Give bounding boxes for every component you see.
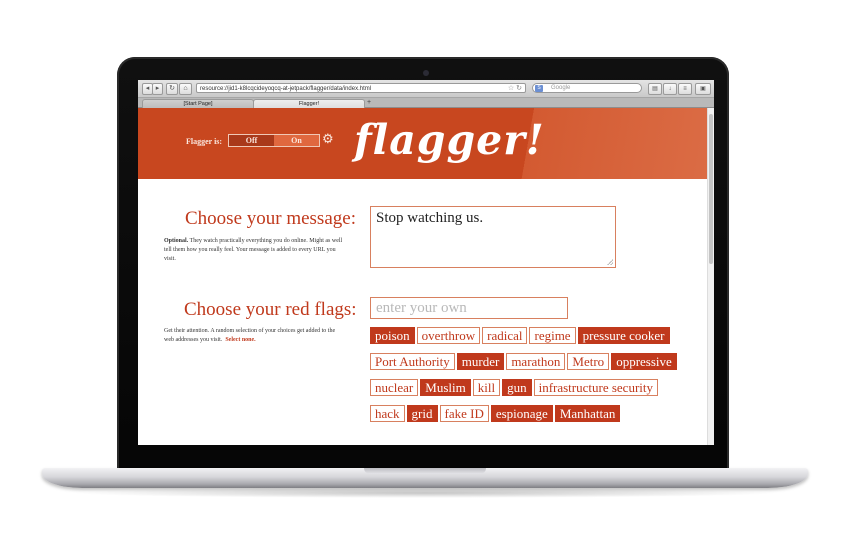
flag-tag[interactable]: nuclear: [370, 379, 419, 396]
flag-tag[interactable]: Metro: [567, 353, 610, 370]
message-textarea[interactable]: Stop watching us.: [370, 206, 616, 268]
flag-tag[interactable]: radical: [482, 327, 528, 344]
flag-tag[interactable]: infrastructure security: [533, 379, 659, 396]
flag-tag[interactable]: Muslim: [420, 379, 471, 396]
toggle-on[interactable]: On: [274, 135, 319, 146]
new-tab-button[interactable]: +: [364, 99, 374, 107]
toggle-label: Flagger is:: [186, 137, 223, 146]
download-icon[interactable]: ↓: [663, 83, 677, 95]
tab-label: [Start Page]: [183, 101, 213, 107]
home-icon[interactable]: ⌂: [179, 83, 192, 95]
flag-tag[interactable]: oppressive: [611, 353, 677, 370]
tab-label: Flagger!: [298, 101, 320, 107]
flag-tag[interactable]: overthrow: [416, 327, 481, 344]
select-none-link[interactable]: Select none.: [225, 337, 255, 343]
flag-tag[interactable]: Port Authority: [370, 353, 455, 370]
flag-tag[interactable]: Manhattan: [554, 405, 621, 422]
message-help: Optional. They watch practically everyth…: [164, 237, 346, 264]
help-text: They watch practically everything you do…: [164, 238, 343, 262]
custom-flag-input[interactable]: enter your own: [370, 297, 568, 319]
toggle-off[interactable]: Off: [229, 135, 274, 146]
flag-tag[interactable]: grid: [406, 405, 438, 422]
tab-start-page[interactable]: [Start Page]: [142, 99, 254, 108]
laptop-notch: [364, 468, 486, 474]
flag-tag[interactable]: hack: [370, 405, 405, 422]
flag-tag[interactable]: fake ID: [439, 405, 489, 422]
flag-tag[interactable]: pressure cooker: [577, 327, 670, 344]
tab-bar: [Start Page] Flagger! +: [138, 98, 714, 108]
flag-tag[interactable]: poison: [370, 327, 415, 344]
bookmark-icon[interactable]: ▤: [648, 83, 662, 95]
page-content: Flagger is: Off On ⚙ flagger! Choose you…: [138, 108, 708, 445]
flag-tag[interactable]: murder: [456, 353, 505, 370]
scrollbar[interactable]: [707, 108, 714, 445]
menu-icon[interactable]: ≡: [678, 83, 692, 95]
tab-flagger[interactable]: Flagger!: [253, 99, 365, 108]
message-section-title: Choose your message:: [185, 208, 356, 229]
forward-icon[interactable]: ▸: [152, 83, 163, 95]
star-icon[interactable]: ☆ ↻: [508, 84, 522, 92]
screen: ◂ ▸ ↻ ⌂ resource://jid1-k8lcqcideyoqcq-a…: [138, 80, 714, 445]
flag-tag[interactable]: kill: [472, 379, 501, 396]
addon-icon[interactable]: ▣: [695, 83, 711, 95]
flag-tag[interactable]: gun: [502, 379, 532, 396]
header-banner: Flagger is: Off On ⚙ flagger!: [138, 108, 708, 179]
search-placeholder: Google: [551, 85, 571, 91]
resize-handle-icon[interactable]: [607, 259, 613, 265]
search-engine-icon[interactable]: S: [535, 85, 543, 92]
url-bar[interactable]: resource://jid1-k8lcqcideyoqcq-at-jetpac…: [196, 83, 526, 93]
reload-icon[interactable]: ↻: [166, 83, 178, 95]
search-input[interactable]: S Google: [532, 83, 642, 93]
logo: flagger!: [354, 116, 545, 164]
camera-icon: [423, 70, 429, 76]
url-text: resource://jid1-k8lcqcideyoqcq-at-jetpac…: [200, 86, 372, 92]
help-optional: Optional.: [164, 238, 189, 244]
flag-tag[interactable]: marathon: [506, 353, 566, 370]
laptop-shadow: [70, 488, 780, 498]
flags-help: Get their attention. A random selection …: [164, 327, 346, 345]
flag-tag[interactable]: regime: [529, 327, 576, 344]
message-value: Stop watching us.: [376, 210, 484, 226]
flag-tag-list: poison overthrow radical regime pressure coo…: [370, 327, 680, 431]
flags-section-title: Choose your red flags:: [184, 299, 357, 320]
scroll-thumb[interactable]: [709, 114, 713, 264]
on-off-toggle[interactable]: Off On: [228, 134, 320, 147]
browser-toolbar: ◂ ▸ ↻ ⌂ resource://jid1-k8lcqcideyoqcq-a…: [138, 80, 714, 98]
flag-tag[interactable]: espionage: [490, 405, 553, 422]
gear-icon[interactable]: ⚙: [322, 132, 334, 146]
